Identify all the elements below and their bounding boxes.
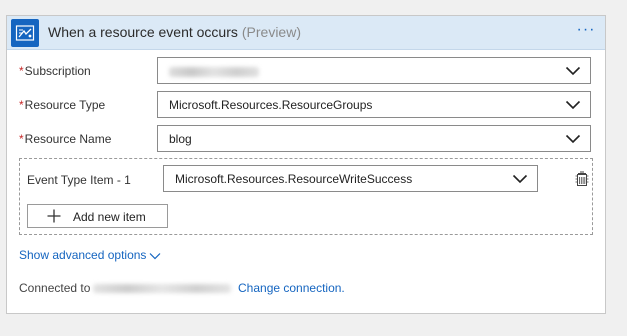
resource-name-label: *Resource Name	[19, 132, 111, 146]
subscription-label: *Subscription	[19, 64, 91, 78]
resource-type-value: Microsoft.Resources.ResourceGroups	[169, 98, 373, 112]
trigger-card: When a resource event occurs (Preview) ··…	[6, 15, 606, 314]
show-advanced-options-link[interactable]: Show advanced options	[19, 248, 161, 262]
add-new-item-button[interactable]: Add new item	[27, 204, 168, 228]
delete-item-icon[interactable]	[573, 170, 591, 188]
event-grid-icon	[11, 19, 39, 47]
resource-name-label-text: Resource Name	[24, 132, 112, 146]
connection-status: Connected to	[19, 281, 91, 295]
required-marker: *	[19, 98, 24, 112]
required-marker: *	[19, 64, 24, 78]
trigger-title-text: When a resource event occurs	[48, 24, 238, 40]
ellipsis-icon[interactable]: ···	[575, 22, 597, 42]
subscription-label-text: Subscription	[24, 64, 91, 78]
required-marker: *	[19, 132, 24, 146]
change-connection-link[interactable]: Change connection.	[238, 281, 345, 295]
trigger-header[interactable]: When a resource event occurs (Preview) ··…	[7, 16, 605, 50]
chevron-down-icon	[150, 252, 161, 260]
event-type-value: Microsoft.Resources.ResourceWriteSuccess	[175, 172, 413, 186]
redacted-subscription	[169, 67, 259, 77]
preview-tag: (Preview)	[241, 24, 301, 40]
resource-type-dropdown[interactable]: Microsoft.Resources.ResourceGroups	[157, 91, 591, 118]
trigger-title: When a resource event occurs (Preview)	[48, 24, 301, 40]
add-new-item-label: Add new item	[73, 210, 146, 224]
chevron-down-icon[interactable]	[565, 64, 581, 78]
resource-name-dropdown[interactable]: blog	[157, 125, 591, 152]
chevron-down-icon[interactable]	[565, 98, 581, 112]
resource-name-value: blog	[169, 132, 192, 146]
event-type-group: Event Type Item - 1 Microsoft.Resources.…	[19, 158, 593, 235]
plus-icon	[47, 209, 61, 223]
resource-type-label: *Resource Type	[19, 98, 105, 112]
chevron-down-icon[interactable]	[512, 172, 528, 186]
redacted-connection-name	[93, 284, 231, 293]
show-advanced-options-label: Show advanced options	[19, 248, 147, 262]
chevron-down-icon[interactable]	[565, 132, 581, 146]
resource-type-label-text: Resource Type	[24, 98, 106, 112]
subscription-dropdown[interactable]	[157, 57, 591, 84]
event-type-dropdown[interactable]: Microsoft.Resources.ResourceWriteSuccess	[163, 165, 538, 192]
event-type-item-label: Event Type Item - 1	[27, 173, 131, 187]
